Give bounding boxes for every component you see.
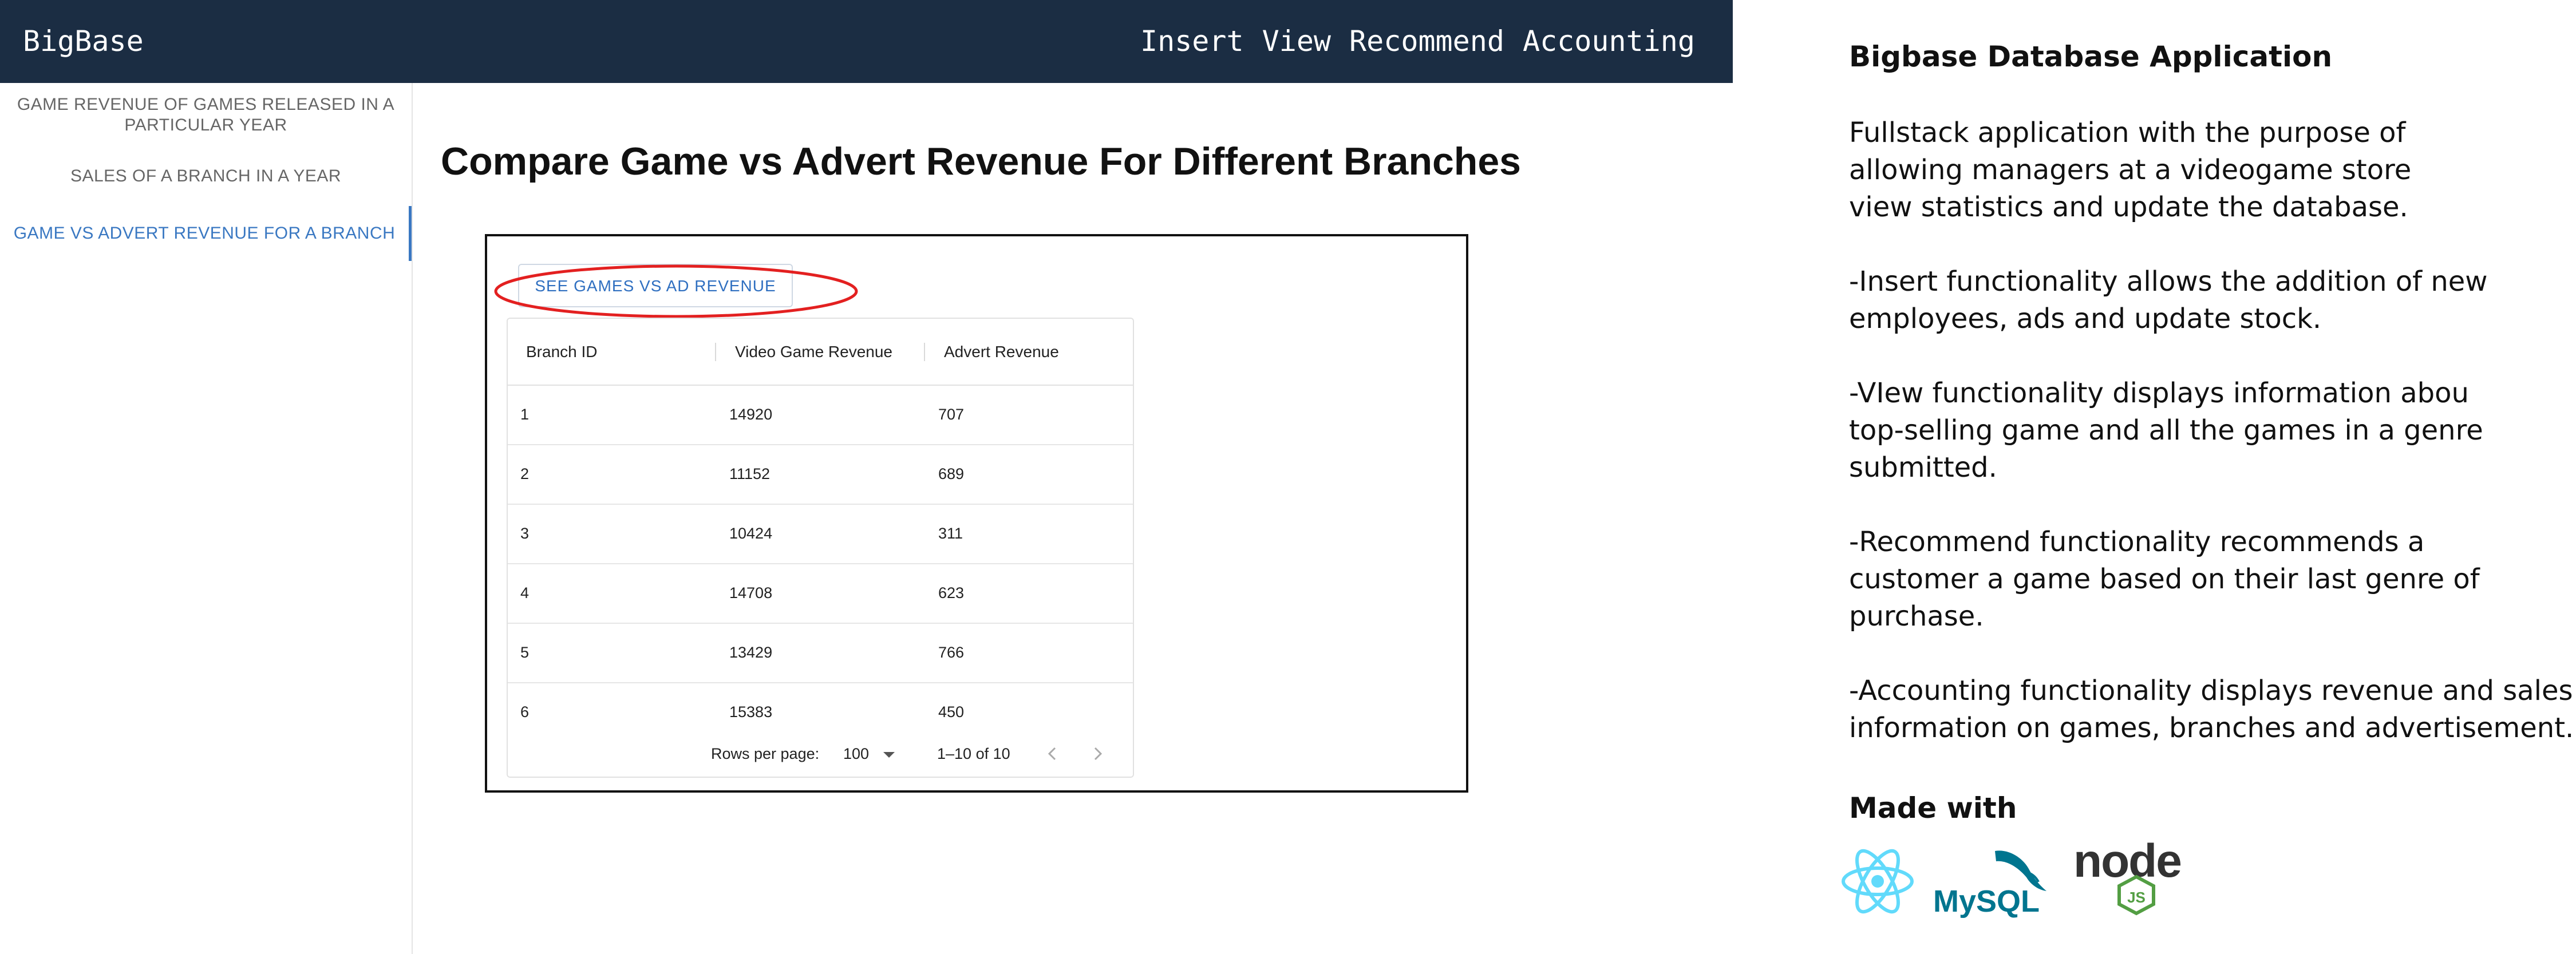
cell-video-game-revenue: 10424 — [729, 525, 773, 542]
description-view: -VIew functionality displays information… — [1849, 375, 2570, 486]
cell-branch-id: 2 — [520, 465, 530, 482]
rows-per-page-value: 100 — [843, 745, 870, 762]
pagination-range: 1–10 of 10 — [937, 745, 1010, 762]
text-line: customer a game based on their last genr… — [1849, 563, 2480, 595]
text-line: -VIew functionality displays information… — [1849, 377, 2469, 409]
text-line: submitted. — [1849, 452, 1997, 484]
top-nav: Insert View Recommend Accounting — [1140, 0, 1695, 83]
cell-advert-revenue: 766 — [938, 644, 965, 661]
cell-advert-revenue: 689 — [938, 465, 965, 482]
page-title: Compare Game vs Advert Revenue For Diffe… — [441, 140, 1521, 183]
text-line: top-selling game and all the games in a … — [1849, 414, 2483, 446]
brand-logo[interactable]: BigBase — [23, 0, 144, 83]
next-page-icon[interactable] — [1087, 743, 1108, 764]
app-header: BigBase Insert View Recommend Accounting — [0, 0, 1733, 83]
node-wordmark: node — [2073, 835, 2181, 887]
cell-video-game-revenue: 11152 — [729, 465, 771, 482]
cell-video-game-revenue: 13429 — [729, 644, 773, 661]
react-logo — [1842, 849, 1914, 914]
sidebar-item-label: SALES OF A BRANCH IN A YEAR — [70, 167, 342, 185]
mysql-logo: MySQL — [1933, 850, 2046, 919]
table-row[interactable]: 3 10424 311 — [508, 504, 1133, 564]
cell-branch-id: 5 — [520, 644, 530, 661]
table-header: Branch ID Video Game Revenue Advert Reve… — [508, 319, 1133, 386]
text-line: allowing managers at a videogame store — [1849, 154, 2412, 186]
text-line: Fullstack application with the purpose o… — [1849, 117, 2406, 149]
column-header-advert-revenue[interactable]: Advert Revenue — [944, 319, 1059, 385]
text-line: information on games, branches and adver… — [1849, 712, 2574, 744]
rows-per-page-label: Rows per page: — [711, 745, 820, 762]
description-recommend: -Recommend functionality recommends a cu… — [1849, 524, 2570, 635]
table-row[interactable]: 5 13429 766 — [508, 623, 1133, 683]
made-with-title: Made with — [1849, 791, 2017, 825]
previous-page-icon[interactable] — [1042, 743, 1063, 764]
description-accounting: -Accounting functionality displays reven… — [1849, 672, 2574, 747]
text-line: -Insert functionality allows the additio… — [1849, 266, 2488, 298]
table-row[interactable]: 1 14920 707 — [508, 385, 1133, 445]
see-games-vs-ad-revenue-button[interactable]: SEE GAMES VS AD REVENUE — [518, 264, 793, 307]
column-separator[interactable] — [715, 343, 716, 361]
cell-branch-id: 4 — [520, 584, 530, 601]
text-line: -Accounting functionality displays reven… — [1849, 675, 2573, 707]
cell-branch-id: 3 — [520, 525, 530, 542]
sidebar-item-label: GAME REVENUE OF GAMES RELEASED IN A — [17, 95, 395, 114]
caret-down-icon — [883, 751, 895, 758]
text-line: view statistics and update the database. — [1849, 191, 2408, 223]
cell-video-game-revenue: 14920 — [729, 406, 773, 423]
text-line: employees, ads and update stock. — [1849, 303, 2322, 335]
revenue-table: Branch ID Video Game Revenue Advert Reve… — [507, 318, 1134, 778]
description-intro: Fullstack application with the purpose o… — [1849, 114, 2570, 226]
description-insert: -Insert functionality allows the additio… — [1849, 263, 2570, 338]
sidebar-item-label: PARTICULAR YEAR — [124, 116, 287, 134]
results-panel: SEE GAMES VS AD REVENUE Branch ID Video … — [485, 234, 1468, 793]
text-line: purchase. — [1849, 600, 1984, 632]
description-title: Bigbase Database Application — [1849, 40, 2333, 73]
cell-branch-id: 1 — [520, 406, 530, 423]
table-pagination: Rows per page: 100 1–10 of 10 — [508, 731, 1133, 777]
table-row[interactable]: 2 11152 689 — [508, 444, 1133, 505]
cell-advert-revenue: 707 — [938, 406, 965, 423]
app-window: BigBase Insert View Recommend Accounting… — [0, 0, 1733, 954]
button-label: SEE GAMES VS AD REVENUE — [535, 277, 776, 295]
mysql-wordmark: MySQL — [1933, 884, 2040, 919]
nodejs-logo: node JS — [2073, 835, 2182, 916]
cell-advert-revenue: 311 — [938, 525, 963, 542]
nav-insert[interactable]: Insert — [1140, 0, 1244, 83]
sidebar-item-branch-sales-by-year[interactable]: SALES OF A BRANCH IN A YEAR — [0, 166, 412, 187]
rows-per-page-select[interactable]: 100 — [843, 731, 896, 777]
sidebar: GAME REVENUE OF GAMES RELEASED IN A PART… — [0, 83, 413, 954]
nav-view[interactable]: View — [1262, 0, 1331, 83]
sidebar-item-game-vs-advert[interactable]: GAME VS ADVERT REVENUE FOR A BRANCH — [0, 206, 412, 261]
cell-advert-revenue: 623 — [938, 584, 965, 601]
nav-recommend[interactable]: Recommend — [1349, 0, 1504, 83]
sidebar-item-game-revenue-by-year[interactable]: GAME REVENUE OF GAMES RELEASED IN A PART… — [0, 94, 412, 136]
column-separator[interactable] — [924, 343, 925, 361]
text-line: -Recommend functionality recommends a — [1849, 526, 2425, 558]
column-header-video-game-revenue[interactable]: Video Game Revenue — [735, 319, 892, 385]
js-badge-text: JS — [2127, 889, 2146, 906]
column-header-branch-id[interactable]: Branch ID — [526, 319, 598, 385]
cell-video-game-revenue: 14708 — [729, 584, 773, 601]
table-row[interactable]: 4 14708 623 — [508, 563, 1133, 624]
sidebar-item-label: GAME VS ADVERT REVENUE FOR A BRANCH — [13, 224, 396, 243]
nav-accounting[interactable]: Accounting — [1523, 0, 1695, 83]
